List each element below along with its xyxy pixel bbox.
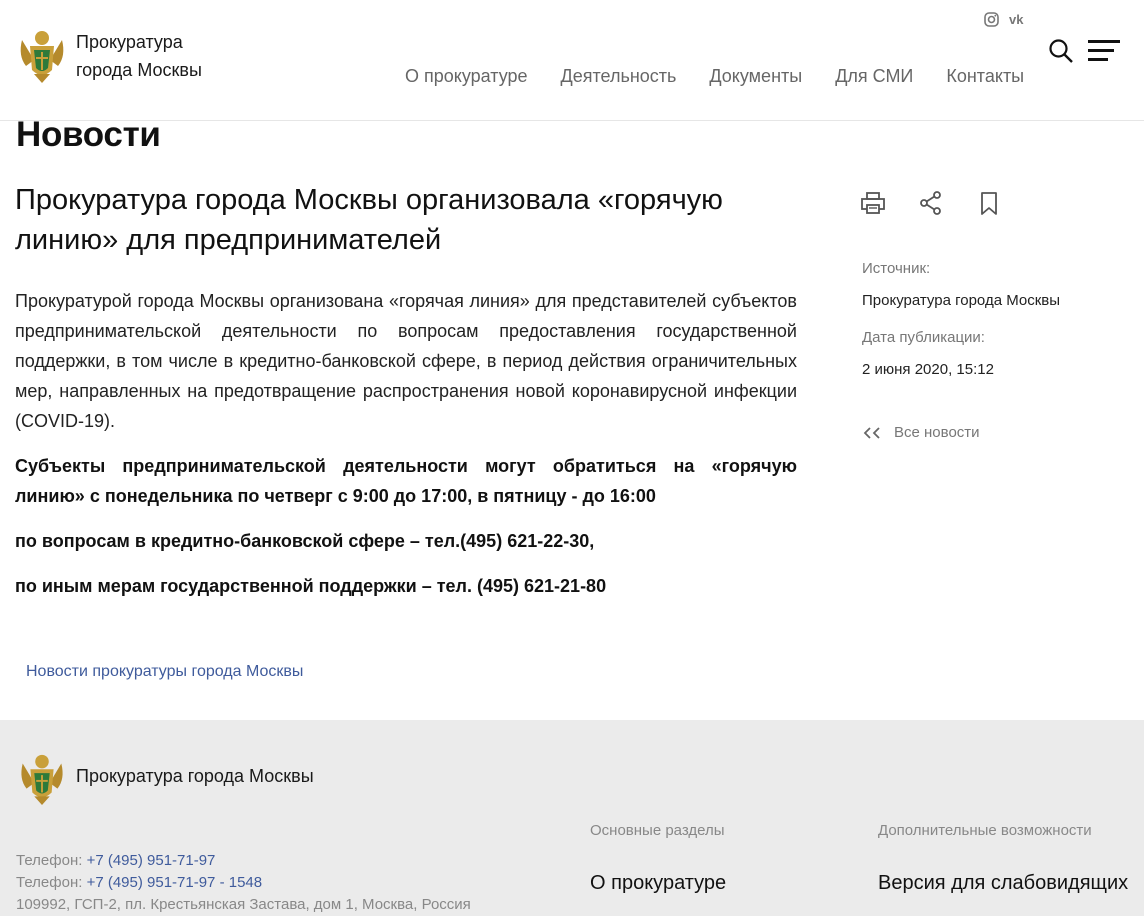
footer-phone-row-2: Телефон: +7 (495) 951-71-97 - 1548 (16, 872, 471, 894)
print-icon[interactable] (860, 190, 886, 216)
nav-item-activity[interactable]: Деятельность (561, 66, 677, 87)
article-body: Прокуратурой города Москвы организована … (15, 286, 797, 616)
article-paragraph-hours: Субъекты предпринимательской деятельност… (15, 456, 797, 506)
source-label: Источник: (862, 260, 931, 277)
search-icon[interactable] (1048, 38, 1074, 64)
social-links: vk (984, 12, 1027, 30)
instagram-icon[interactable] (984, 12, 999, 30)
share-icon[interactable] (918, 190, 944, 216)
phone-label: Телефон: (16, 852, 87, 869)
emblem-logo[interactable] (16, 26, 68, 84)
site-name-line1: Прокуратура (76, 32, 183, 52)
date-label: Дата публикации: (862, 329, 985, 346)
bookmark-icon[interactable] (976, 190, 1002, 216)
site-footer: Прокуратура города Москвы Телефон: +7 (4… (0, 720, 1144, 916)
footer-emblem-logo[interactable] (16, 750, 68, 806)
all-news-label: Все новости (894, 424, 980, 441)
nav-item-about[interactable]: О прокуратуре (405, 66, 528, 87)
double-chevron-left-icon (863, 426, 880, 439)
nav-item-media[interactable]: Для СМИ (835, 66, 913, 87)
site-name[interactable]: Прокуратура города Москвы (76, 28, 236, 84)
all-news-link[interactable]: Все новости (862, 424, 980, 441)
article-paragraph: Прокуратурой города Москвы организована … (15, 291, 797, 431)
footer-phone-row-1: Телефон: +7 (495) 951-71-97 (16, 850, 471, 872)
footer-link-about[interactable]: О прокуратуре (590, 872, 726, 895)
site-header: Прокуратура города Москвы vk О прокурату… (0, 0, 1144, 121)
footer-contacts: Телефон: +7 (495) 951-71-97 Телефон: +7 … (16, 850, 471, 916)
footer-site-name[interactable]: Прокуратура города Москвы (76, 766, 314, 787)
svg-text:vk: vk (1009, 12, 1024, 27)
phone-label: Телефон: (16, 874, 87, 891)
date-value: 2 июня 2020, 15:12 (862, 361, 994, 378)
source-value: Прокуратура города Москвы (862, 292, 1061, 309)
phone-link[interactable]: +7 (495) 951-71-97 (87, 852, 216, 869)
news-category-link[interactable]: Новости прокуратуры города Москвы (26, 663, 303, 681)
article-title: Прокуратура города Москвы организовала «… (15, 184, 723, 256)
footer-col-title-main: Основные разделы (590, 822, 725, 839)
site-name-line2: города Москвы (76, 60, 202, 80)
main-nav: О прокуратуре Деятельность Документы Для… (405, 66, 1024, 87)
footer-address: 109992, ГСП-2, пл. Крестьянская Застава,… (16, 896, 471, 913)
page-title: Новости (16, 115, 161, 154)
footer-col-title-extra: Дополнительные возможности (878, 822, 1092, 839)
article-tools (860, 190, 1002, 216)
vk-icon[interactable]: vk (1009, 12, 1027, 30)
footer-link-accessible-version[interactable]: Версия для слабовидящих (878, 872, 1128, 895)
article-paragraph-phone-credit: по вопросам в кредитно-банковской сфере … (15, 531, 595, 551)
nav-item-documents[interactable]: Документы (709, 66, 802, 87)
article-paragraph-phone-other: по иным мерам государственной поддержки … (15, 576, 607, 596)
nav-item-contacts[interactable]: Контакты (946, 66, 1024, 87)
hamburger-menu-icon[interactable] (1088, 40, 1122, 62)
phone-link[interactable]: +7 (495) 951-71-97 - 1548 (87, 874, 263, 891)
